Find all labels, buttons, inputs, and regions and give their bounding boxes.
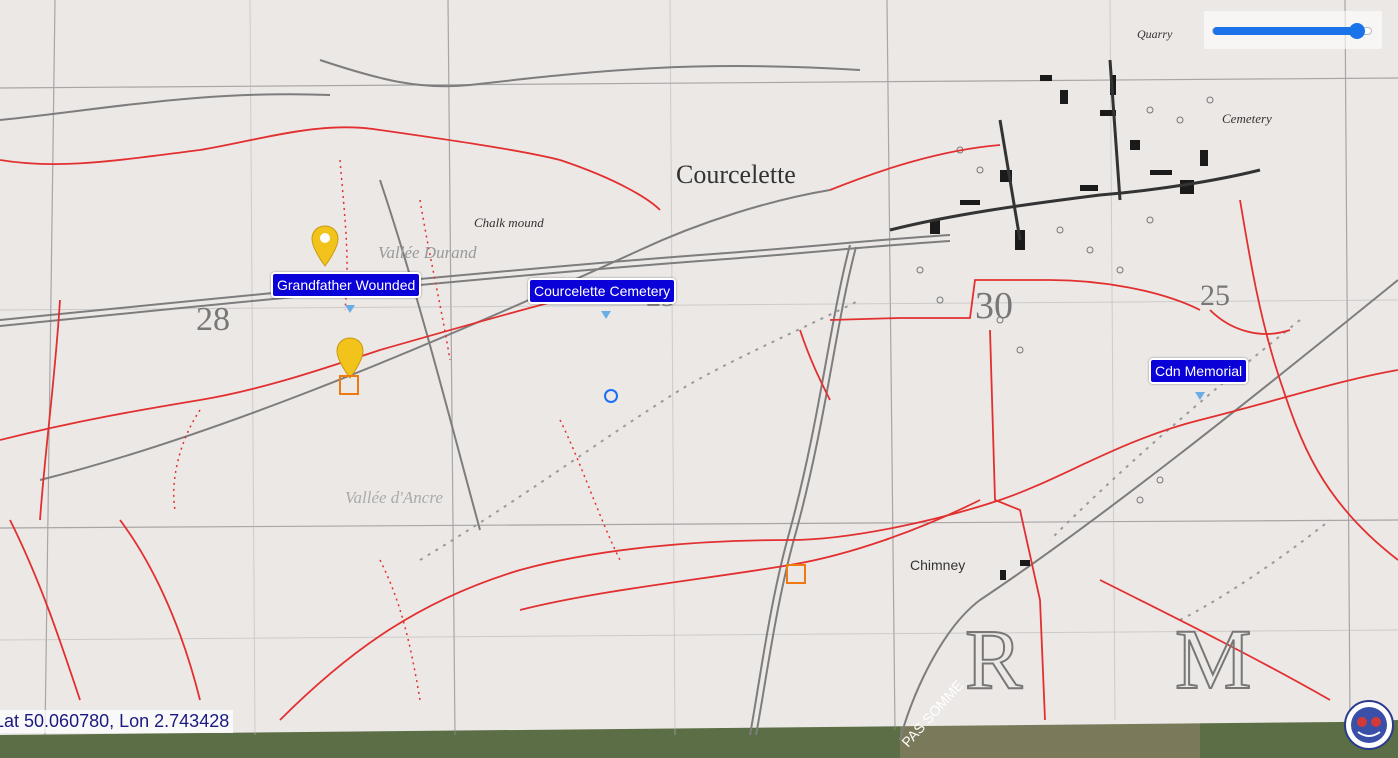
grid-number-28: 28 [196, 301, 230, 338]
square-marker[interactable] [786, 564, 806, 584]
map-pin-icon[interactable] [310, 224, 340, 270]
marker-label-grandfather-wounded[interactable]: Grandfather Wounded [271, 272, 422, 298]
grid-letter-r: R [965, 611, 1023, 707]
square-marker[interactable] [339, 375, 359, 395]
place-name-chalk-mound: Chalk mound [474, 215, 544, 230]
opacity-slider[interactable] [1212, 23, 1372, 39]
slider-fill [1213, 27, 1357, 35]
coordinate-readout: Lat 50.060780, Lon 2.743428 [0, 710, 234, 733]
place-name-cemetery: Cemetery [1222, 111, 1272, 126]
label-pointer [601, 311, 611, 319]
label-pointer [345, 305, 355, 313]
emblem-icon[interactable] [1344, 700, 1394, 750]
slider-thumb[interactable] [1349, 23, 1365, 39]
marker-label-courcelette-cemetery[interactable]: Courcelette Cemetery [528, 278, 677, 304]
place-name-courcelette: Courcelette [676, 160, 796, 189]
grid-number-30: 30 [975, 285, 1013, 327]
place-name-vallee-dancre: Vallée d'Ancre [345, 488, 443, 507]
label-pointer [1195, 392, 1205, 400]
marker-label-cdn-memorial[interactable]: Cdn Memorial [1149, 358, 1249, 384]
place-name-chimney: Chimney [910, 557, 965, 573]
grid-letter-m: M [1175, 611, 1251, 707]
opacity-slider-panel [1204, 11, 1382, 49]
grid-number-25: 25 [1200, 279, 1230, 312]
place-name-vallee-durand: Vallée Durand [378, 243, 477, 262]
place-name-quarry: Quarry [1137, 27, 1173, 41]
circle-marker[interactable] [604, 389, 618, 403]
